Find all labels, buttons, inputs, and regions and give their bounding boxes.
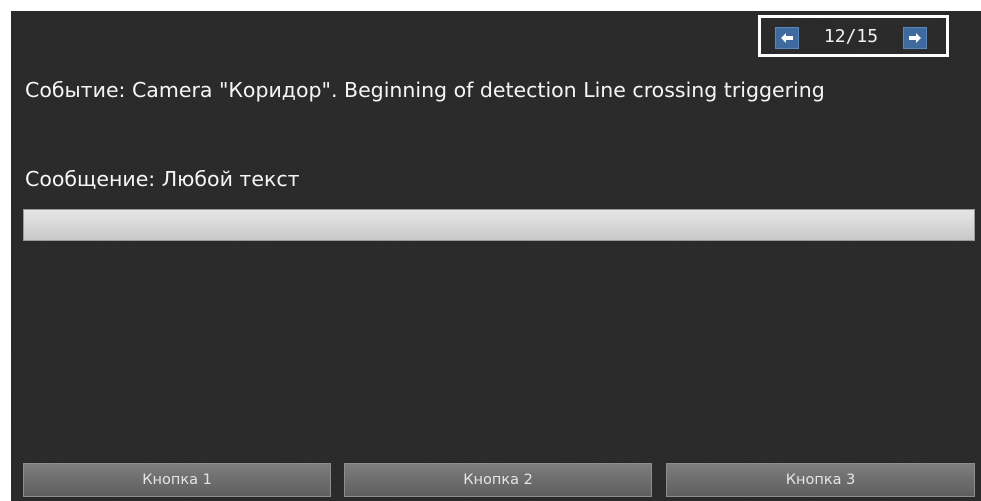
arrow-right-icon [909, 33, 921, 43]
action-button-1[interactable]: Кнопка 1 [23, 463, 331, 497]
action-button-2[interactable]: Кнопка 2 [344, 463, 652, 497]
progress-bar [23, 209, 975, 241]
event-pager: 12/15 [758, 15, 949, 57]
event-counter: 12/15 [823, 26, 879, 47]
notification-panel: 12/15 Событие: Camera "Коридор". Beginni… [11, 11, 981, 501]
arrow-left-icon [781, 33, 793, 43]
action-button-3[interactable]: Кнопка 3 [666, 463, 975, 497]
next-event-button[interactable] [903, 27, 927, 49]
event-description: Событие: Camera "Коридор". Beginning of … [25, 78, 825, 102]
previous-event-button[interactable] [775, 27, 799, 49]
event-message: Сообщение: Любой текст [25, 167, 300, 191]
